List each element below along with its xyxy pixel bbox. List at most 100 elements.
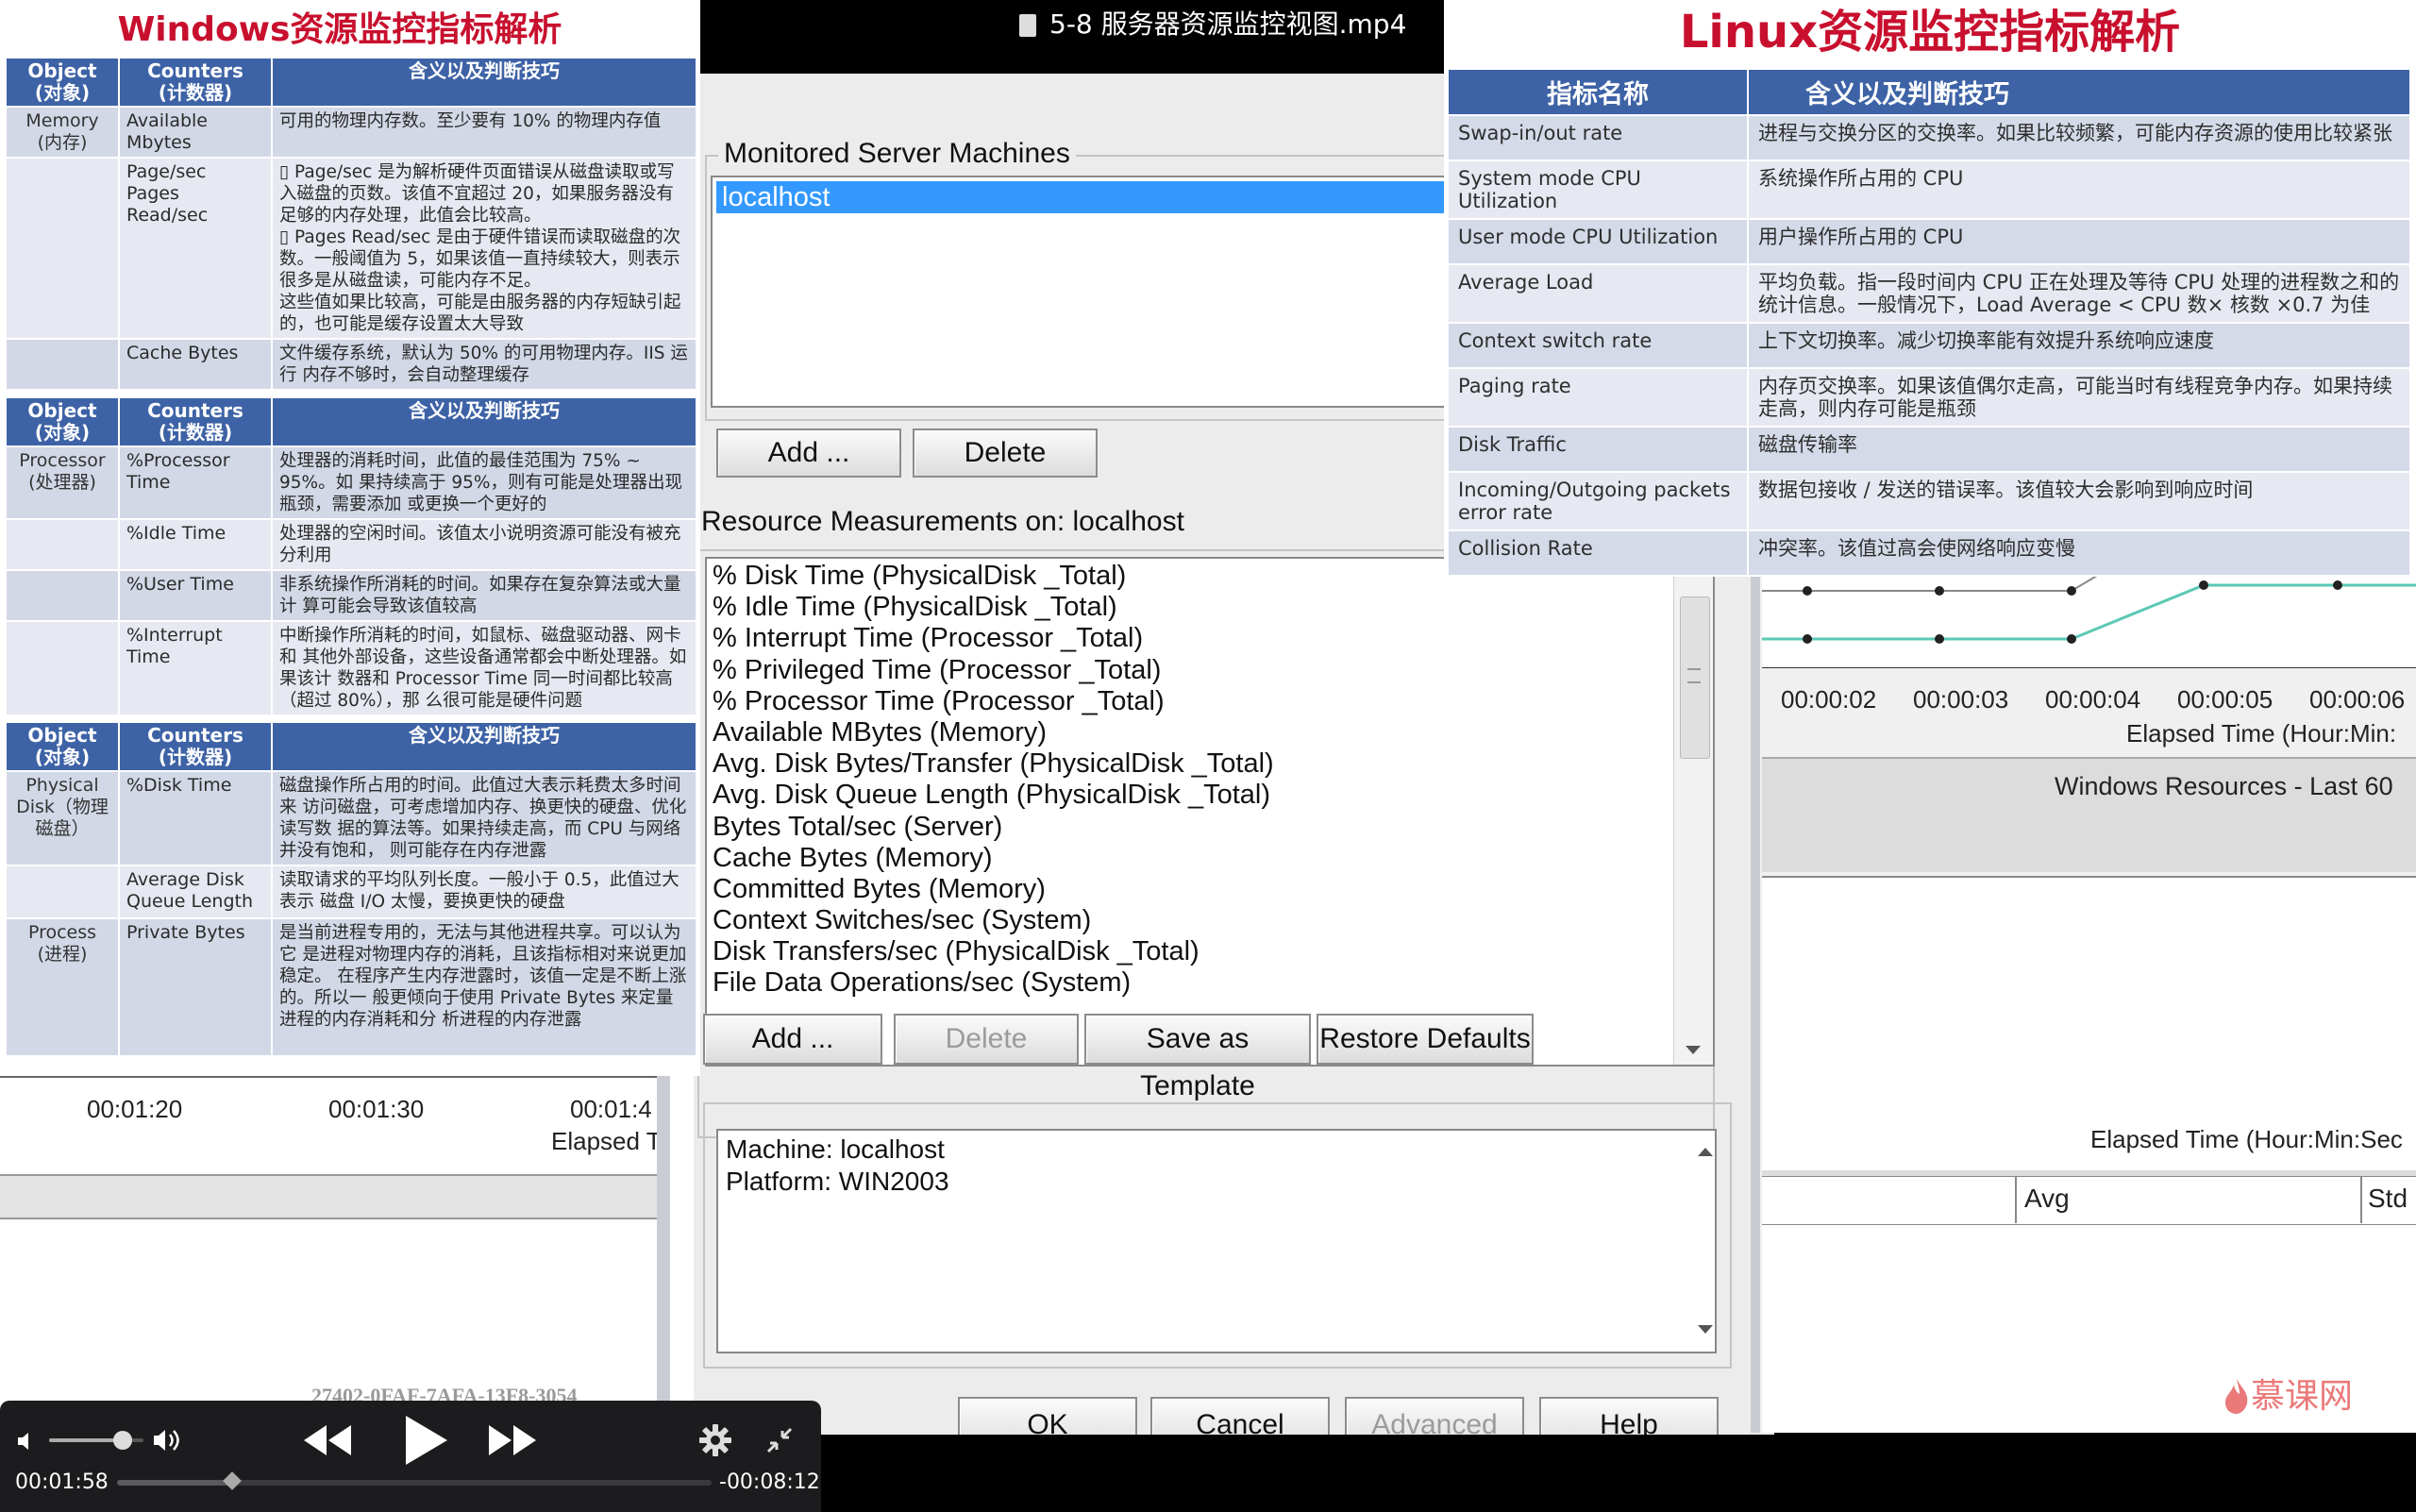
fast-forward-icon[interactable] xyxy=(485,1421,540,1459)
memory-object-cont2 xyxy=(5,338,120,391)
timeline-playhead[interactable] xyxy=(223,1471,243,1490)
processor-object-cont3 xyxy=(5,620,120,716)
left-time-tick-0: 00:01:20 xyxy=(87,1095,183,1123)
legend-col-divider-1 xyxy=(2015,1176,2017,1223)
volume-slider[interactable] xyxy=(49,1431,143,1450)
time-tick-2: 00:00:04 xyxy=(2045,685,2141,714)
timeline-track[interactable] xyxy=(117,1471,712,1490)
header-meaning-2: 含义以及判断技巧 xyxy=(271,396,697,447)
processor-time-desc: 处理器的消耗时间，此值的最佳范围为 75% ~ 95%。如 果持续高于 95%，… xyxy=(271,445,697,520)
measurements-items: % Disk Time (PhysicalDisk _Total)% Idle … xyxy=(713,561,1656,1000)
remaining-time: -00:08:12 xyxy=(719,1470,820,1494)
windows-processor-table: Object (对象) Counters (计数器) 含义以及判断技巧 Proc… xyxy=(5,396,697,716)
disk-time-counter: %Disk Time xyxy=(118,770,273,866)
exit-fullscreen-icon[interactable] xyxy=(764,1425,795,1455)
linux-row-name: Average Load xyxy=(1447,263,1749,324)
linux-row-name: Context switch rate xyxy=(1447,322,1749,369)
avg-disk-queue-counter: Average Disk Queue Length xyxy=(118,865,273,919)
measurement-item[interactable]: % Processor Time (Processor _Total) xyxy=(713,686,1656,717)
video-title-text: 5-8 服务器资源监控视图.mp4 xyxy=(1049,8,1407,40)
imooc-logo-text: 慕课网 xyxy=(2251,1377,2354,1416)
volume-knob[interactable] xyxy=(113,1431,132,1450)
legend-col-avg: Avg xyxy=(2024,1184,2070,1213)
add-machine-button[interactable]: Add ... xyxy=(716,428,901,478)
pages-desc: ▯ Page/sec 是为解析硬件页面错误从磁盘读取或写入磁盘的页数。该值不宜超… xyxy=(271,157,697,340)
advanced-button[interactable]: Advanced xyxy=(1345,1397,1524,1435)
physical-disk-object: Physical Disk（物理 磁盘） xyxy=(5,770,120,866)
measurement-item[interactable]: Available MBytes (Memory) xyxy=(713,717,1656,748)
add-measurement-button[interactable]: Add ... xyxy=(703,1014,882,1065)
restore-defaults-button[interactable]: Restore Defaults xyxy=(1317,1014,1534,1065)
processor-object-cont xyxy=(5,518,120,571)
linux-row-desc: 进程与交换分区的交换率。如果比较频繁，可能内存资源的使用比较紧张 xyxy=(1747,114,2411,161)
save-as-template-button[interactable]: Save as Template xyxy=(1084,1014,1311,1101)
volume-low-icon[interactable] xyxy=(15,1429,40,1453)
scroll-down-icon[interactable] xyxy=(1686,1046,1701,1054)
measurement-item[interactable]: Bytes Total/sec (Server) xyxy=(713,812,1656,843)
measurements-list[interactable]: % Disk Time (PhysicalDisk _Total)% Idle … xyxy=(705,557,1715,1067)
measurement-item[interactable]: % Privileged Time (Processor _Total) xyxy=(713,655,1656,686)
play-icon[interactable] xyxy=(402,1414,449,1467)
linux-row-desc: 用户操作所占用的 CPU xyxy=(1747,218,2411,265)
help-button[interactable]: Help xyxy=(1539,1397,1719,1435)
imooc-logo: 慕课网 xyxy=(2223,1369,2353,1418)
measurement-item[interactable]: Committed Bytes (Memory) xyxy=(713,874,1656,905)
cache-bytes-desc: 文件缓存系统，默认为 50% 的可用物理内存。IIS 运行 内存不够时，会自动整… xyxy=(271,338,697,391)
idle-time-counter: %Idle Time xyxy=(118,518,273,571)
processor-object-cont2 xyxy=(5,569,120,622)
left-graph-area: 00:01:20 00:01:30 00:01:4 Elapsed T 2740… xyxy=(0,1076,694,1435)
measurement-item[interactable]: File Data Operations/sec (System) xyxy=(713,967,1656,999)
windows-memory-table: Object (对象) Counters (计数器) 含义以及判断技巧 Memo… xyxy=(5,57,697,391)
left-divider xyxy=(657,1076,670,1435)
left-panel-strip xyxy=(0,1174,661,1219)
ok-button[interactable]: OK xyxy=(958,1397,1137,1435)
line-graph-svg xyxy=(1762,563,2416,669)
linux-metrics-table: 指标名称 含义以及判断技巧 Swap-in/out rate 进程与交换分区的交换… xyxy=(1447,68,2411,577)
processor-time-counter: %Processor Time xyxy=(118,445,273,520)
left-elapsed-label: Elapsed T xyxy=(551,1127,662,1155)
time-tick-4: 00:00:06 xyxy=(2309,685,2406,714)
time-tick-3: 00:00:05 xyxy=(2177,685,2273,714)
volume-fill xyxy=(49,1438,123,1442)
measurement-item[interactable]: % Idle Time (PhysicalDisk _Total) xyxy=(713,592,1656,623)
gear-icon[interactable] xyxy=(698,1423,732,1457)
measurements-scrollbar[interactable] xyxy=(1673,559,1713,1065)
measurement-item[interactable]: % Interrupt Time (Processor _Total) xyxy=(713,623,1656,654)
measurement-item[interactable]: Context Switches/sec (System) xyxy=(713,905,1656,936)
linux-row-name: Swap-in/out rate xyxy=(1447,114,1749,161)
video-player-controls: 00:01:58 -00:08:12 xyxy=(0,1401,821,1512)
info-scroll-up-icon[interactable] xyxy=(1698,1148,1713,1156)
time-tick-1: 00:00:03 xyxy=(1913,685,2009,714)
header-counters-3: Counters (计数器) xyxy=(118,721,273,772)
document-icon xyxy=(1019,14,1036,37)
info-platform: Platform: WIN2003 xyxy=(726,1167,949,1196)
user-time-desc: 非系统操作所消耗的时间。如果存在复杂算法或大量计 算可能会导致该值较高 xyxy=(271,569,697,622)
linux-row-desc: 冲突率。该值过高会使网络响应变慢 xyxy=(1747,529,2411,577)
disk-time-desc: 磁盘操作所占用的时间。此值过大表示耗费太多时间来 访问磁盘，可考虑增加内存、换更… xyxy=(271,770,697,866)
left-time-tick-1: 00:01:30 xyxy=(328,1095,425,1123)
resource-measurements-label: Resource Measurements on: localhost xyxy=(701,506,1184,537)
elapsed-time-axis-label-2: Elapsed Time (Hour:Min:Sec xyxy=(2090,1125,2403,1153)
available-mbytes-desc: 可用的物理内存数。至少要有 10% 的物理内存值 xyxy=(271,106,697,159)
linux-header-meaning: 含义以及判断技巧 xyxy=(1747,68,2411,116)
info-scroll-down-icon[interactable] xyxy=(1698,1325,1713,1334)
linux-row-desc: 磁盘传输率 xyxy=(1747,426,2411,473)
delete-machine-button[interactable]: Delete xyxy=(913,428,1098,478)
measurement-item[interactable]: Avg. Disk Queue Length (PhysicalDisk _To… xyxy=(713,780,1656,811)
delete-measurement-button[interactable]: Delete xyxy=(894,1014,1079,1065)
measurement-item[interactable]: Avg. Disk Bytes/Transfer (PhysicalDisk _… xyxy=(713,748,1656,780)
linux-row-desc: 数据包接收 / 发送的错误率。该值较大会影响到响应时间 xyxy=(1747,471,2411,531)
volume-high-icon[interactable] xyxy=(151,1425,185,1455)
memory-object: Memory (内存) xyxy=(5,106,120,159)
scroll-grip-icon xyxy=(1687,668,1701,683)
windows-disk-process-table: Object (对象) Counters (计数器) 含义以及判断技巧 Phys… xyxy=(5,721,697,1057)
linux-row-name: Paging rate xyxy=(1447,367,1749,428)
user-time-counter: %User Time xyxy=(118,569,273,622)
cancel-button[interactable]: Cancel xyxy=(1150,1397,1330,1435)
rewind-icon[interactable] xyxy=(300,1421,355,1459)
measurement-item[interactable]: Cache Bytes (Memory) xyxy=(713,843,1656,874)
measurement-item[interactable]: Disk Transfers/sec (PhysicalDisk _Total) xyxy=(713,936,1656,967)
memory-object-cont xyxy=(5,157,120,340)
linux-panel-title: Linux资源监控指标解析 xyxy=(1679,6,2181,59)
right-graph-area: 00:00:02 00:00:03 00:00:04 00:00:05 00:0… xyxy=(1751,563,2416,1433)
